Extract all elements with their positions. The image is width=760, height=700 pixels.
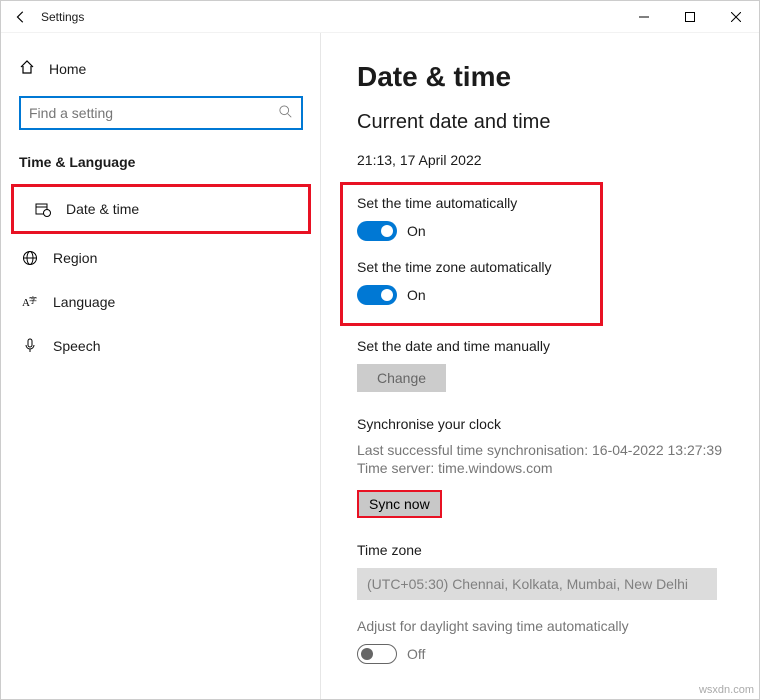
sidebar-category: Time & Language <box>1 150 321 182</box>
calendar-clock-icon <box>34 201 52 217</box>
sidebar-home-label: Home <box>49 61 86 77</box>
sidebar-item-label: Date & time <box>66 201 139 217</box>
label-auto-timezone: Set the time zone automatically <box>357 259 586 275</box>
back-button[interactable] <box>1 1 41 33</box>
sidebar-item-label: Region <box>53 250 97 266</box>
sidebar-item-language[interactable]: A字 Language <box>1 280 321 324</box>
change-button: Change <box>357 364 446 392</box>
sidebar-item-date-time[interactable]: Date & time <box>14 187 308 231</box>
highlight-auto-settings: Set the time automatically On Set the ti… <box>340 182 603 326</box>
titlebar: Settings <box>1 1 759 33</box>
sync-server: Time server: time.windows.com <box>357 460 723 476</box>
language-icon: A字 <box>21 294 39 310</box>
toggle-dst-state: Off <box>407 646 425 662</box>
toggle-auto-timezone[interactable] <box>357 285 397 305</box>
home-icon <box>19 59 35 78</box>
timezone-select: (UTC+05:30) Chennai, Kolkata, Mumbai, Ne… <box>357 568 717 600</box>
page-title: Date & time <box>357 61 723 93</box>
minimize-button[interactable] <box>621 1 667 33</box>
sync-last: Last successful time synchronisation: 16… <box>357 442 723 458</box>
microphone-icon <box>21 338 39 354</box>
sidebar-item-label: Speech <box>53 338 100 354</box>
maximize-button[interactable] <box>667 1 713 33</box>
current-datetime: 21:13, 17 April 2022 <box>357 152 723 168</box>
toggle-dst <box>357 644 397 664</box>
toggle-auto-time-state: On <box>407 223 426 239</box>
watermark: wsxdn.com <box>699 684 754 696</box>
globe-icon <box>21 250 39 266</box>
svg-text:字: 字 <box>29 295 37 305</box>
search-input[interactable] <box>21 99 301 127</box>
sidebar-item-label: Language <box>53 294 115 310</box>
sidebar-item-region[interactable]: Region <box>1 236 321 280</box>
label-dst: Adjust for daylight saving time automati… <box>357 618 723 634</box>
section-sync: Synchronise your clock <box>357 416 723 432</box>
content-pane: Date & time Current date and time 21:13,… <box>321 33 759 699</box>
section-timezone: Time zone <box>357 542 723 558</box>
sync-now-button[interactable]: Sync now <box>357 490 442 518</box>
toggle-auto-timezone-state: On <box>407 287 426 303</box>
window-title: Settings <box>41 10 84 24</box>
close-button[interactable] <box>713 1 759 33</box>
search-field[interactable] <box>19 96 303 130</box>
section-current-time: Current date and time <box>357 111 723 134</box>
toggle-auto-time[interactable] <box>357 221 397 241</box>
label-manual-datetime: Set the date and time manually <box>357 338 723 354</box>
sidebar-divider <box>320 33 321 699</box>
sidebar: Home Time & Language Date & time Region … <box>1 33 321 699</box>
search-icon <box>279 105 293 122</box>
sidebar-home[interactable]: Home <box>1 51 321 86</box>
sidebar-item-speech[interactable]: Speech <box>1 324 321 368</box>
label-auto-time: Set the time automatically <box>357 195 586 211</box>
